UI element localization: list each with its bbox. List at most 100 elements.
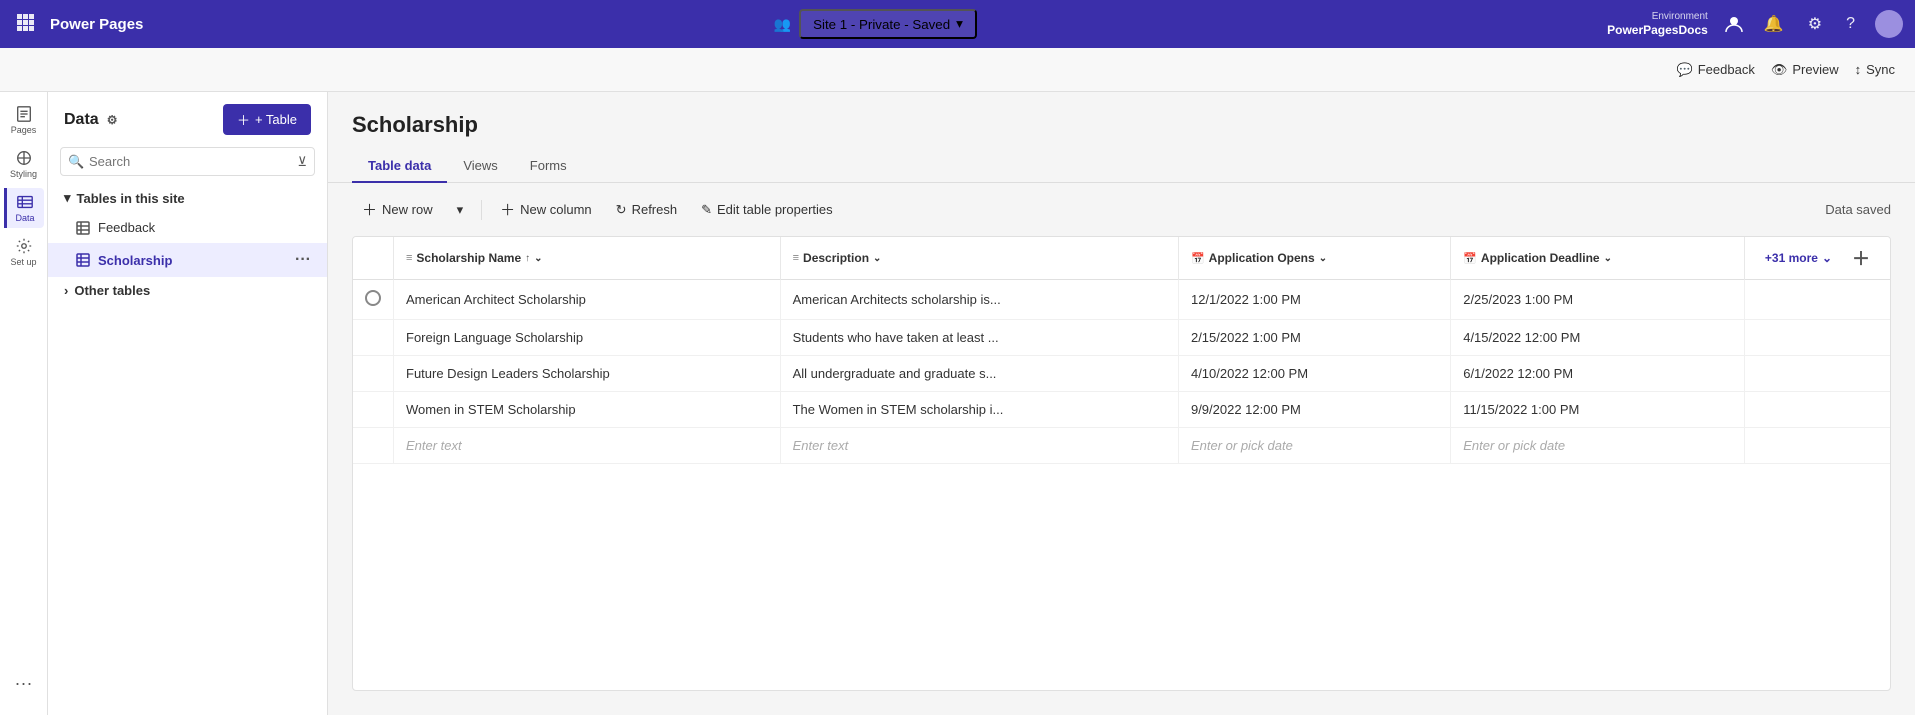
col-chevron-icon: ⌄ — [534, 253, 542, 264]
cell-extra — [1744, 356, 1890, 392]
row-radio — [353, 392, 394, 428]
sidebar-item-setup[interactable]: Set up — [4, 232, 44, 272]
refresh-icon: ↻ — [616, 202, 627, 218]
search-icon: 🔍 — [68, 154, 84, 170]
search-input[interactable] — [60, 147, 315, 176]
chevron-down-icon: ▾ — [956, 16, 963, 32]
table-container: ≡ Scholarship Name ↑ ⌄ ≡ Description ⌄ — [352, 236, 1891, 691]
table-icon — [76, 221, 90, 235]
tables-in-site-section[interactable]: ▾ Tables in this site — [48, 184, 327, 212]
sidebar-item-styling[interactable]: Styling — [4, 144, 44, 184]
tab-forms[interactable]: Forms — [514, 150, 583, 183]
table-row: American Architect Scholarship American … — [353, 280, 1890, 320]
cell-empty-scholarship-name[interactable]: Enter text — [394, 428, 781, 464]
site-selector[interactable]: Site 1 - Private - Saved ▾ — [799, 9, 977, 39]
plus-icon: ＋ — [500, 199, 515, 220]
col-header-application-opens[interactable]: 📅 Application Opens ⌄ — [1178, 237, 1450, 280]
data-table: ≡ Scholarship Name ↑ ⌄ ≡ Description ⌄ — [353, 237, 1890, 464]
notification-icon[interactable]: 🔔 — [1760, 10, 1788, 38]
filter-icon[interactable]: ⊻ — [297, 154, 307, 170]
col-header-scholarship-name[interactable]: ≡ Scholarship Name ↑ ⌄ — [394, 237, 781, 280]
page-header: Scholarship — [328, 92, 1915, 150]
feedback-top-button[interactable]: 💬 Feedback — [1677, 62, 1755, 78]
add-table-button[interactable]: ＋ + Table — [223, 104, 311, 135]
search-bar: 🔍 ⊻ — [60, 147, 315, 176]
cell-description[interactable]: American Architects scholarship is... — [780, 280, 1178, 320]
col-header-plus-more[interactable]: +31 more ⌄ ＋ — [1744, 237, 1890, 280]
row-radio — [353, 356, 394, 392]
edit-table-properties-button[interactable]: ✎ Edit table properties — [691, 196, 843, 224]
help-icon[interactable]: ? — [1842, 11, 1859, 37]
table-row: Foreign Language Scholarship Students wh… — [353, 320, 1890, 356]
sidebar-item-data[interactable]: Data — [4, 188, 44, 228]
environment-info: Environment PowerPagesDocs — [1607, 10, 1708, 39]
grid-menu-icon[interactable] — [12, 9, 38, 40]
sidebar-title: Data ⚙ — [64, 111, 117, 129]
cell-scholarship-name[interactable]: Women in STEM Scholarship — [394, 392, 781, 428]
pencil-icon: ✎ — [701, 202, 712, 218]
date-col-icon: 📅 — [1191, 252, 1205, 265]
avatar[interactable] — [1875, 10, 1903, 38]
preview-button[interactable]: 👁 Preview — [1771, 62, 1839, 78]
cell-app-opens[interactable]: 9/9/2022 12:00 PM — [1178, 392, 1450, 428]
new-row-button[interactable]: ＋ New row — [352, 193, 443, 226]
row-radio[interactable] — [353, 280, 394, 320]
new-row-dropdown-button[interactable]: ▾ — [447, 196, 474, 224]
col-header-description[interactable]: ≡ Description ⌄ — [780, 237, 1178, 280]
top-nav: Power Pages 👥 Site 1 - Private - Saved ▾… — [0, 0, 1915, 48]
table-empty-row: Enter text Enter text Enter or pick date… — [353, 428, 1890, 464]
chevron-down-icon: ▾ — [457, 202, 464, 218]
sync-button[interactable]: ↕ Sync — [1855, 62, 1895, 77]
plus-more-button[interactable]: +31 more ⌄ — [1757, 251, 1840, 265]
col-header-check — [353, 237, 394, 280]
cell-extra — [1744, 392, 1890, 428]
settings-icon[interactable]: ⚙ — [1804, 10, 1826, 38]
other-tables-section[interactable]: › Other tables — [48, 277, 327, 304]
date-col-icon: 📅 — [1463, 252, 1477, 265]
sync-icon: ↕ — [1855, 62, 1862, 77]
cell-empty-description[interactable]: Enter text — [780, 428, 1178, 464]
feedback-icon: 💬 — [1677, 62, 1693, 78]
chevron-right-icon: › — [64, 283, 68, 298]
row-select-radio[interactable] — [365, 290, 381, 306]
sidebar-item-feedback[interactable]: Feedback — [48, 212, 327, 243]
tab-views[interactable]: Views — [447, 150, 513, 183]
cell-description[interactable]: The Women in STEM scholarship i... — [780, 392, 1178, 428]
plus-icon: ＋ — [237, 110, 250, 129]
person-icon — [1724, 14, 1744, 34]
cell-scholarship-name[interactable]: Future Design Leaders Scholarship — [394, 356, 781, 392]
more-options-icon[interactable]: ··· — [4, 663, 44, 703]
cell-app-deadline[interactable]: 6/1/2022 12:00 PM — [1451, 356, 1745, 392]
cell-empty-app-opens[interactable]: Enter or pick date — [1178, 428, 1450, 464]
cell-extra — [1744, 320, 1890, 356]
new-column-button[interactable]: ＋ New column — [490, 193, 602, 226]
cell-app-opens[interactable]: 12/1/2022 1:00 PM — [1178, 280, 1450, 320]
col-chevron-icon: ⌄ — [1319, 253, 1327, 264]
icon-rail: Pages Styling Data Set up ··· — [0, 92, 48, 715]
second-toolbar: 💬 Feedback 👁 Preview ↕ Sync — [0, 48, 1915, 92]
cell-app-opens[interactable]: 2/15/2022 1:00 PM — [1178, 320, 1450, 356]
table-row: Future Design Leaders Scholarship All un… — [353, 356, 1890, 392]
sidebar-item-pages[interactable]: Pages — [4, 100, 44, 140]
refresh-button[interactable]: ↻ Refresh — [606, 196, 687, 224]
cell-scholarship-name[interactable]: Foreign Language Scholarship — [394, 320, 781, 356]
cell-app-opens[interactable]: 4/10/2022 12:00 PM — [1178, 356, 1450, 392]
chevron-down-icon: ▾ — [64, 190, 71, 206]
item-more-icon[interactable]: ··· — [295, 251, 311, 269]
cell-app-deadline[interactable]: 11/15/2022 1:00 PM — [1451, 392, 1745, 428]
sidebar-item-scholarship[interactable]: Scholarship ··· — [48, 243, 327, 277]
text-col-icon: ≡ — [406, 252, 412, 264]
sidebar-settings-icon[interactable]: ⚙ — [107, 113, 118, 127]
add-column-button[interactable]: ＋ — [1844, 245, 1878, 271]
col-header-application-deadline[interactable]: 📅 Application Deadline ⌄ — [1451, 237, 1745, 280]
cell-description[interactable]: All undergraduate and graduate s... — [780, 356, 1178, 392]
cell-app-deadline[interactable]: 2/25/2023 1:00 PM — [1451, 280, 1745, 320]
cell-scholarship-name[interactable]: American Architect Scholarship — [394, 280, 781, 320]
tab-table-data[interactable]: Table data — [352, 150, 447, 183]
cell-app-deadline[interactable]: 4/15/2022 12:00 PM — [1451, 320, 1745, 356]
cell-empty-app-deadline[interactable]: Enter or pick date — [1451, 428, 1745, 464]
cell-description[interactable]: Students who have taken at least ... — [780, 320, 1178, 356]
sort-asc-icon: ↑ — [525, 253, 530, 264]
page-title: Scholarship — [352, 112, 1891, 138]
chevron-down-icon: ⌄ — [1822, 251, 1832, 265]
